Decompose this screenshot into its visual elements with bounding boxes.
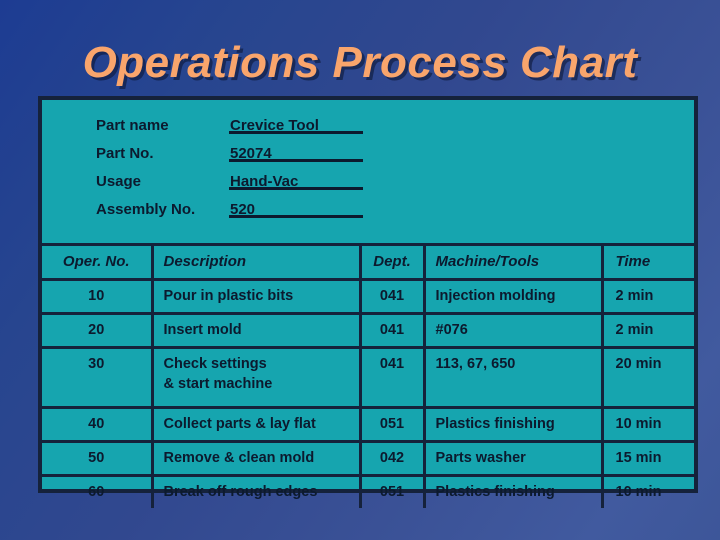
column-header-time: Time bbox=[600, 243, 694, 281]
cell-oper-no: 20 bbox=[42, 313, 152, 349]
cell-description: Check settings & start machine bbox=[150, 347, 360, 409]
column-header-dept: Dept. bbox=[358, 243, 424, 281]
table-header-row: Oper. No. Description Dept. Machine/Tool… bbox=[42, 243, 694, 281]
cell-time: 15 min bbox=[600, 441, 694, 477]
table-row: 30 Check settings & start machine 041 11… bbox=[42, 347, 694, 409]
operations-table: Oper. No. Description Dept. Machine/Tool… bbox=[42, 243, 694, 508]
table-row: 20 Insert mold 041 #076 2 min bbox=[42, 313, 694, 349]
assembly-no-label: Assembly No. bbox=[96, 201, 196, 218]
cell-time: 2 min bbox=[600, 313, 694, 349]
table-row: 40 Collect parts & lay flat 051 Plastics… bbox=[42, 407, 694, 443]
cell-description: Remove & clean mold bbox=[150, 441, 360, 477]
cell-machine-tools: Injection molding bbox=[422, 279, 602, 315]
cell-machine-tools: Plastics finishing bbox=[422, 475, 602, 508]
part-name-underline bbox=[229, 131, 363, 134]
table-row: 50 Remove & clean mold 042 Parts washer … bbox=[42, 441, 694, 477]
cell-time: 10 min bbox=[600, 407, 694, 443]
process-chart-panel: Part name Crevice Tool Part No. 52074 Us… bbox=[38, 96, 698, 508]
cell-description: Pour in plastic bits bbox=[150, 279, 360, 315]
cell-time: 2 min bbox=[600, 279, 694, 315]
part-no-underline bbox=[229, 159, 363, 162]
assembly-no-value-wrap: 520 bbox=[229, 200, 363, 220]
usage-value-wrap: Hand-Vac bbox=[229, 172, 363, 192]
cell-machine-tools: 113, 67, 650 bbox=[422, 347, 602, 409]
cell-machine-tools: Plastics finishing bbox=[422, 407, 602, 443]
cell-dept: 042 bbox=[358, 441, 424, 477]
column-header-machine-tools: Machine/Tools bbox=[422, 243, 602, 281]
part-info-row: Usage Hand-Vac bbox=[96, 172, 426, 200]
cell-dept: 051 bbox=[358, 475, 424, 508]
cell-dept: 041 bbox=[358, 347, 424, 409]
cell-oper-no: 40 bbox=[42, 407, 152, 443]
part-name-label: Part name bbox=[96, 117, 169, 134]
column-header-description: Description bbox=[150, 243, 360, 281]
cell-dept: 041 bbox=[358, 279, 424, 315]
cell-time: 20 min bbox=[600, 347, 694, 409]
cell-time: 10 min bbox=[600, 475, 694, 508]
part-name-value-wrap: Crevice Tool bbox=[229, 116, 363, 136]
usage-label: Usage bbox=[96, 173, 142, 190]
page-title: Operations Process Chart bbox=[82, 38, 638, 87]
part-no-label: Part No. bbox=[96, 145, 154, 162]
part-info-row: Part No. 52074 bbox=[96, 144, 426, 172]
cell-dept: 041 bbox=[358, 313, 424, 349]
table-row: 10 Pour in plastic bits 041 Injection mo… bbox=[42, 279, 694, 315]
column-header-oper-no: Oper. No. bbox=[42, 243, 152, 281]
cell-description: Collect parts & lay flat bbox=[150, 407, 360, 443]
cell-machine-tools: Parts washer bbox=[422, 441, 602, 477]
cell-oper-no: 60 bbox=[88, 484, 105, 500]
slide-canvas: Operations Process Chart Part name Crevi… bbox=[0, 0, 720, 540]
table-row: 60 Break off rough edges 051 Plastics fi… bbox=[42, 475, 694, 508]
cell-oper-no: 30 bbox=[42, 347, 152, 409]
cell-dept: 051 bbox=[358, 407, 424, 443]
cell-oper-no: 10 bbox=[42, 279, 152, 315]
cell-oper-no: 50 bbox=[42, 441, 152, 477]
assembly-no-underline bbox=[229, 215, 363, 218]
cell-machine-tools: #076 bbox=[422, 313, 602, 349]
part-info-row: Part name Crevice Tool bbox=[96, 116, 426, 144]
cell-description: Insert mold bbox=[150, 313, 360, 349]
part-info-block: Part name Crevice Tool Part No. 52074 Us… bbox=[96, 116, 426, 228]
usage-underline bbox=[229, 187, 363, 190]
part-no-value-wrap: 52074 bbox=[229, 144, 363, 164]
cell-description: Break off rough edges bbox=[150, 475, 360, 508]
part-info-row: Assembly No. 520 bbox=[96, 200, 426, 228]
